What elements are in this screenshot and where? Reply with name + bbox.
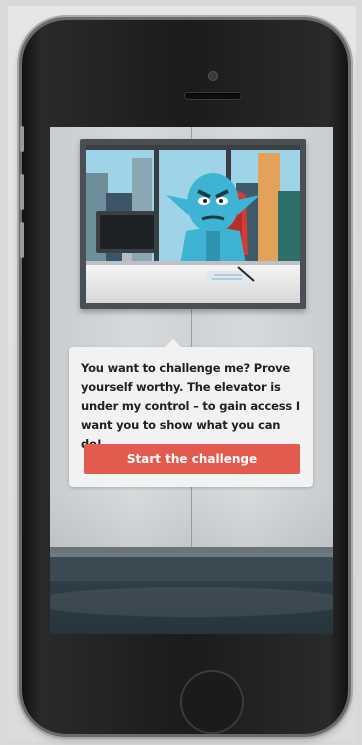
- start-challenge-button[interactable]: Start the challenge: [84, 444, 300, 474]
- blue-goblin-boss: [166, 173, 260, 265]
- mute-switch[interactable]: [20, 126, 24, 152]
- floor-gloss: [50, 587, 333, 617]
- paper-and-pen-icon: [202, 266, 255, 283]
- office-scene: [86, 145, 300, 303]
- volume-down-button[interactable]: [20, 222, 24, 258]
- elevator-floor-strip: [50, 557, 333, 581]
- volume-up-button[interactable]: [20, 174, 24, 210]
- bubble-tail: [165, 339, 181, 347]
- door-shade: [50, 493, 333, 553]
- dialog-message: You want to challenge me? Prove yourself…: [81, 361, 300, 451]
- dialog-bubble: You want to challenge me? Prove yourself…: [69, 339, 313, 487]
- desk: [86, 265, 300, 303]
- home-button[interactable]: [180, 670, 244, 734]
- character-picture-frame: [80, 139, 306, 309]
- front-camera-icon: [209, 72, 217, 80]
- app-screen: You want to challenge me? Prove yourself…: [50, 127, 333, 634]
- earpiece-speaker: [185, 93, 241, 99]
